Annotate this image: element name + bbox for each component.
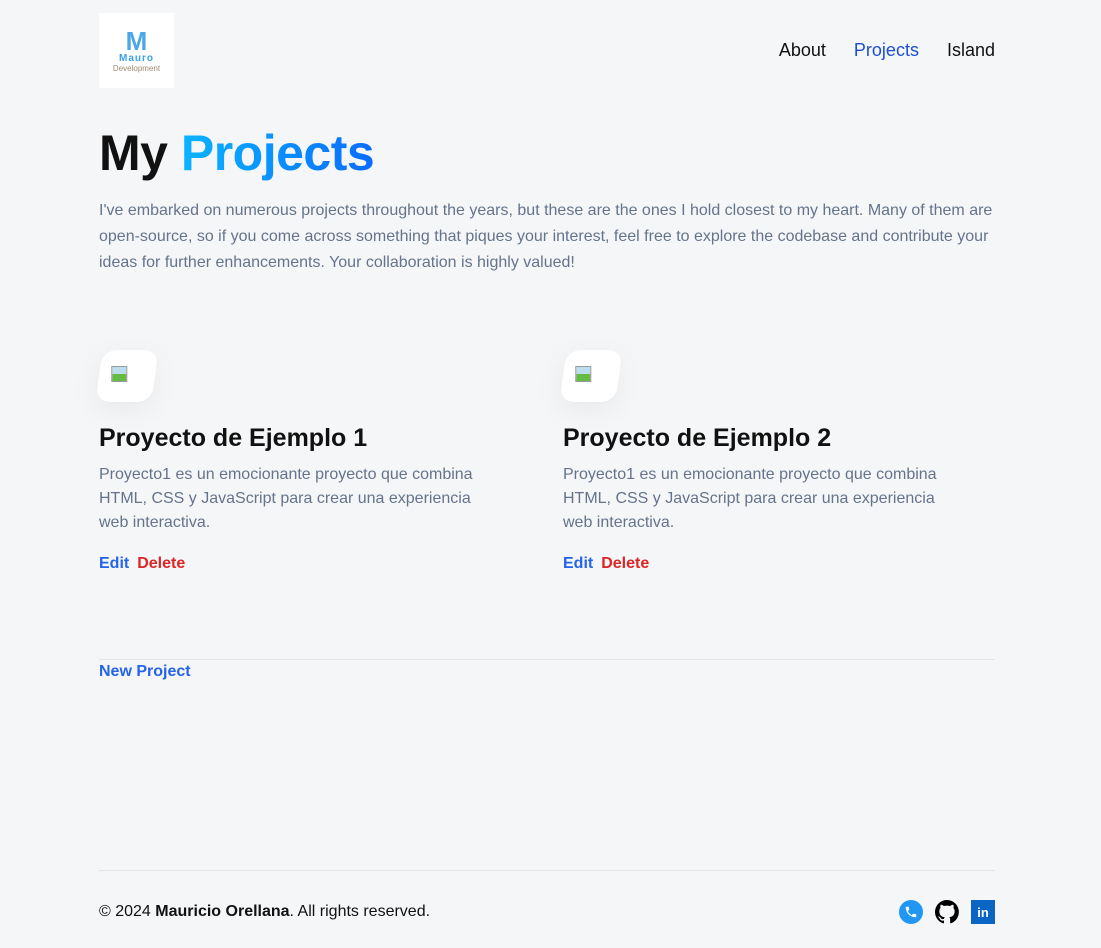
page-title: My Projects — [99, 124, 375, 182]
header: M Mauro Development About Projects Islan… — [99, 13, 995, 88]
broken-image-icon — [111, 366, 128, 382]
phone-icon[interactable] — [899, 900, 923, 924]
linkedin-icon[interactable]: in — [971, 900, 995, 924]
linkedin-text: in — [977, 904, 989, 920]
title-accent: Projects — [180, 125, 375, 181]
logo[interactable]: M Mauro Development — [99, 13, 174, 88]
main-nav: About Projects Island — [779, 40, 995, 61]
broken-image-icon — [575, 366, 592, 382]
copyright: © 2024 Mauricio Orellana. All rights res… — [99, 903, 430, 921]
project-image — [559, 350, 623, 402]
project-description: Proyecto1 es un emocionante proyecto que… — [563, 466, 937, 531]
project-image — [95, 350, 159, 402]
edit-button[interactable]: Edit — [99, 555, 129, 573]
project-title: Proyecto de Ejemplo 1 — [99, 424, 368, 452]
divider — [99, 659, 995, 660]
project-title: Proyecto de Ejemplo 2 — [563, 424, 832, 452]
project-description: Proyecto1 es un emocionante proyecto que… — [99, 466, 473, 531]
delete-button[interactable]: Delete — [601, 555, 649, 573]
logo-mark: M — [125, 25, 148, 56]
new-project-button[interactable]: New Project — [99, 663, 191, 681]
author-name: Mauricio Orellana — [155, 903, 290, 920]
delete-button[interactable]: Delete — [137, 555, 185, 573]
copyright-prefix: © 2024 — [99, 903, 156, 920]
nav-projects[interactable]: Projects — [854, 40, 919, 61]
nav-island[interactable]: Island — [947, 40, 995, 61]
logo-line1: Mauro — [119, 52, 154, 64]
copyright-suffix: . All rights reserved. — [289, 903, 431, 920]
project-card: Proyecto de Ejemplo 1 Proyecto1 es un em… — [95, 350, 499, 573]
divider — [99, 870, 995, 871]
footer: © 2024 Mauricio Orellana. All rights res… — [99, 900, 995, 924]
logo-line2: Development — [112, 63, 161, 73]
edit-button[interactable]: Edit — [563, 555, 593, 573]
github-icon[interactable] — [935, 900, 959, 924]
intro-text: I've embarked on numerous projects throu… — [99, 202, 993, 271]
title-prefix: My — [99, 125, 168, 181]
nav-about[interactable]: About — [779, 40, 826, 61]
project-card: Proyecto de Ejemplo 2 Proyecto1 es un em… — [559, 350, 963, 573]
